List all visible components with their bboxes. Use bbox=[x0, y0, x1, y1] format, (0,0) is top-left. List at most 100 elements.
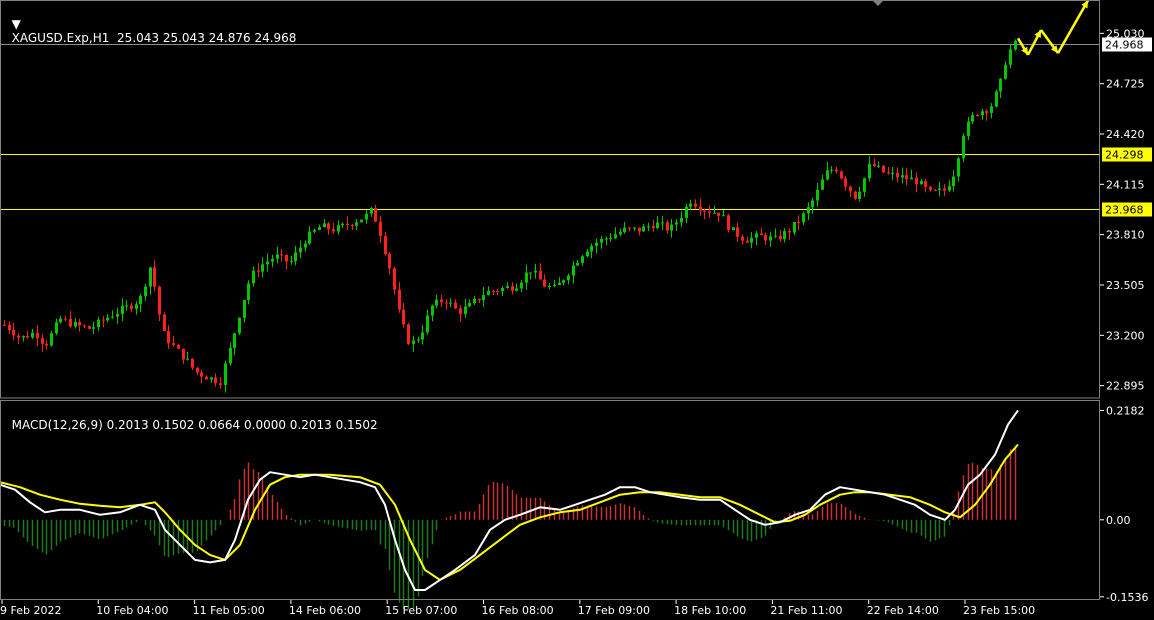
date-tick-label: 11 Feb 05:00 bbox=[193, 604, 265, 617]
bear-candle bbox=[652, 226, 655, 229]
bull-candle bbox=[863, 178, 866, 192]
bear-candle bbox=[327, 223, 330, 230]
bull-candle bbox=[891, 172, 894, 174]
bull-candle bbox=[948, 186, 951, 191]
bear-candle bbox=[764, 235, 767, 241]
date-tick-label: 9 Feb 2022 bbox=[0, 604, 61, 617]
bear-candle bbox=[882, 165, 885, 173]
date-tick-label: 23 Feb 15:00 bbox=[963, 604, 1035, 617]
bull-candle bbox=[186, 358, 189, 360]
bull-candle bbox=[816, 189, 819, 201]
bear-candle bbox=[398, 289, 401, 310]
price-tag-label: 24.298 bbox=[1105, 149, 1144, 162]
bear-candle bbox=[717, 212, 720, 216]
bear-candle bbox=[402, 309, 405, 325]
bull-candle bbox=[732, 227, 735, 231]
bull-candle bbox=[783, 231, 786, 240]
date-tick-label: 17 Feb 09:00 bbox=[578, 604, 650, 617]
bull-candle bbox=[1014, 40, 1017, 50]
bear-candle bbox=[934, 189, 937, 191]
price-tick-label: 23.810 bbox=[1106, 229, 1145, 242]
bear-candle bbox=[172, 343, 175, 345]
bear-candle bbox=[351, 225, 354, 227]
symbol-label: XAGUSD.Exp,H1 bbox=[11, 31, 110, 45]
bull-candle bbox=[713, 212, 716, 214]
bear-candle bbox=[905, 175, 908, 180]
bear-candle bbox=[280, 254, 283, 256]
bull-candle bbox=[266, 261, 269, 265]
price-tick-label: 24.725 bbox=[1106, 78, 1145, 91]
bear-candle bbox=[741, 236, 744, 241]
bear-candle bbox=[887, 172, 890, 174]
bear-candle bbox=[153, 267, 156, 287]
macd-tick-label: -0.1536 bbox=[1106, 591, 1148, 604]
date-tick-label: 18 Feb 10:00 bbox=[674, 604, 746, 617]
bear-candle bbox=[543, 279, 546, 287]
bull-candle bbox=[308, 231, 311, 244]
bull-candle bbox=[111, 316, 114, 318]
bull-candle bbox=[139, 296, 142, 305]
bull-candle bbox=[482, 295, 485, 301]
bull-candle bbox=[417, 339, 420, 341]
bull-candle bbox=[661, 222, 664, 224]
bull-candle bbox=[431, 305, 434, 316]
bull-candle bbox=[116, 314, 119, 317]
bull-candle bbox=[59, 318, 62, 323]
bear-candle bbox=[102, 319, 105, 321]
bear-candle bbox=[873, 163, 876, 166]
bull-candle bbox=[957, 158, 960, 177]
bear-candle bbox=[492, 290, 495, 292]
bull-candle bbox=[685, 206, 688, 218]
date-tick-label: 14 Feb 06:00 bbox=[289, 604, 361, 617]
bull-candle bbox=[548, 286, 551, 288]
bull-candle bbox=[144, 286, 147, 297]
bear-candle bbox=[929, 186, 932, 190]
bear-candle bbox=[478, 298, 481, 301]
bear-candle bbox=[83, 325, 86, 327]
bear-candle bbox=[445, 302, 448, 304]
bull-candle bbox=[370, 207, 373, 214]
bull-candle bbox=[31, 332, 34, 338]
bear-candle bbox=[36, 332, 39, 339]
bull-candle bbox=[600, 238, 603, 243]
bear-candle bbox=[896, 172, 899, 178]
bull-candle bbox=[619, 232, 622, 235]
bull-candle bbox=[868, 163, 871, 179]
bear-candle bbox=[388, 253, 391, 269]
scroll-marker-icon[interactable] bbox=[872, 0, 884, 6]
bull-candle bbox=[464, 306, 467, 315]
bull-candle bbox=[623, 227, 626, 233]
bull-candle bbox=[97, 319, 100, 328]
bull-candle bbox=[55, 322, 58, 334]
bull-candle bbox=[243, 299, 246, 318]
bear-candle bbox=[257, 270, 260, 272]
bull-candle bbox=[680, 217, 683, 223]
bull-candle bbox=[435, 299, 438, 306]
bull-candle bbox=[590, 245, 593, 252]
bear-candle bbox=[17, 335, 20, 338]
collapse-triangle-icon[interactable]: ▼ bbox=[12, 17, 21, 31]
bear-candle bbox=[854, 191, 857, 199]
forecast-arrow-line[interactable] bbox=[1056, 0, 1090, 54]
price-tick-label: 24.420 bbox=[1106, 128, 1145, 141]
bull-candle bbox=[558, 282, 561, 286]
bear-candle bbox=[384, 236, 387, 254]
bull-candle bbox=[821, 179, 824, 190]
price-chart[interactable]: 24.298 23.968 24.968 25.030 24.725 24.420 24.… bbox=[0, 0, 1154, 620]
bull-candle bbox=[962, 135, 965, 159]
bear-candle bbox=[454, 302, 457, 309]
bear-candle bbox=[840, 171, 843, 179]
bear-candle bbox=[200, 372, 203, 377]
bull-candle bbox=[656, 222, 659, 229]
bear-candle bbox=[41, 338, 44, 344]
bull-candle bbox=[525, 272, 528, 283]
bull-candle bbox=[304, 243, 307, 248]
bull-candle bbox=[605, 238, 608, 240]
bear-candle bbox=[8, 324, 11, 330]
bear-candle bbox=[26, 336, 29, 338]
bull-candle bbox=[774, 235, 777, 237]
bull-candle bbox=[755, 233, 758, 238]
main-pane-border bbox=[0, 0, 1100, 399]
bull-candle bbox=[811, 200, 814, 208]
date-tick-label: 16 Feb 08:00 bbox=[482, 604, 554, 617]
